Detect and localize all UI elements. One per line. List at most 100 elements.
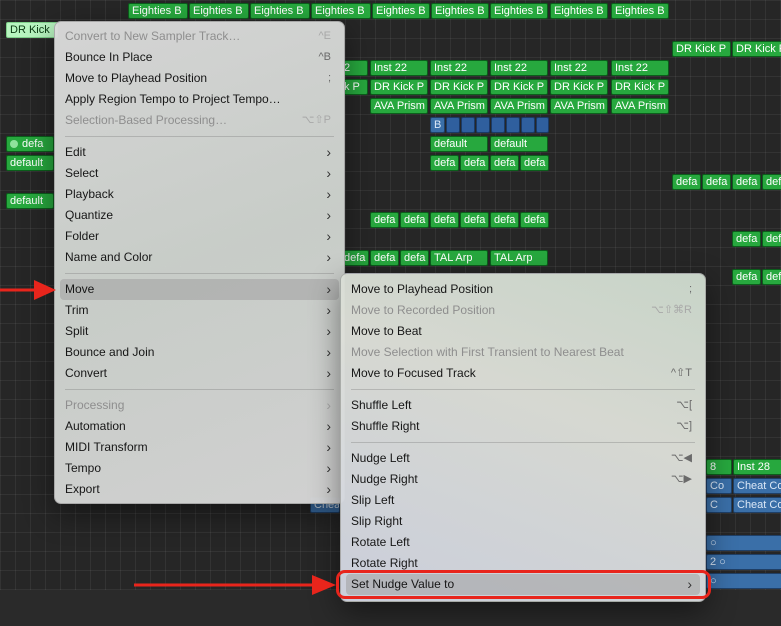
region[interactable]: TAL Arp bbox=[490, 250, 548, 266]
menu-item-select[interactable]: Select › bbox=[60, 163, 339, 184]
region[interactable]: AVA Prism bbox=[370, 98, 428, 114]
menu-item-name-and-color[interactable]: Name and Color › bbox=[60, 247, 339, 268]
region[interactable]: defa bbox=[520, 155, 549, 171]
region[interactable]: defa bbox=[430, 155, 459, 171]
menu-item-move-to-playhead-position[interactable]: Move to Playhead Position; bbox=[60, 68, 339, 89]
region[interactable]: DR Kick P bbox=[430, 79, 488, 95]
region[interactable]: Eighties B bbox=[490, 3, 548, 19]
menu-item-tempo[interactable]: Tempo › bbox=[60, 458, 339, 479]
region[interactable]: Eighties B bbox=[311, 3, 371, 19]
region[interactable]: DR Kick P bbox=[550, 79, 608, 95]
region[interactable]: default bbox=[6, 155, 54, 171]
region[interactable]: Cheat Co bbox=[733, 478, 781, 494]
region[interactable]: defa bbox=[6, 136, 54, 152]
region[interactable]: Inst 22 bbox=[370, 60, 428, 76]
region[interactable]: ○ bbox=[706, 535, 781, 551]
region[interactable]: AVA Prism bbox=[490, 98, 548, 114]
menu-item-trim[interactable]: Trim › bbox=[60, 300, 339, 321]
region[interactable]: defa bbox=[520, 212, 549, 228]
region[interactable]: defa bbox=[490, 212, 519, 228]
region[interactable]: Eighties B bbox=[189, 3, 249, 19]
region[interactable]: defa bbox=[460, 155, 489, 171]
menu-item-split[interactable]: Split › bbox=[60, 321, 339, 342]
region[interactable]: DR Kick P bbox=[490, 79, 548, 95]
menu-item-edit[interactable]: Edit › bbox=[60, 142, 339, 163]
region[interactable]: defa bbox=[370, 212, 399, 228]
menu-item-export[interactable]: Export › bbox=[60, 479, 339, 500]
region[interactable]: Inst 22 bbox=[490, 60, 548, 76]
submenu-item-move-to-focused-track[interactable]: Move to Focused Track ^⇧T bbox=[346, 363, 700, 384]
region[interactable]: defa bbox=[400, 212, 429, 228]
region[interactable]: DR Kick P bbox=[732, 41, 781, 57]
region[interactable]: defa bbox=[430, 212, 459, 228]
region[interactable]: Inst 28 bbox=[733, 459, 781, 475]
menu-item-move[interactable]: Move › bbox=[60, 279, 339, 300]
region[interactable]: Eighties B bbox=[250, 3, 310, 19]
region[interactable]: Eighties B bbox=[128, 3, 188, 19]
menu-item-bounce-and-join[interactable]: Bounce and Join › bbox=[60, 342, 339, 363]
region[interactable]: defa bbox=[732, 231, 761, 247]
menu-item-folder[interactable]: Folder › bbox=[60, 226, 339, 247]
region[interactable] bbox=[521, 117, 535, 133]
menu-item-midi-transform[interactable]: MIDI Transform › bbox=[60, 437, 339, 458]
region[interactable]: defa bbox=[460, 212, 489, 228]
menu-item-convert[interactable]: Convert › bbox=[60, 363, 339, 384]
menu-item-apply-region-tempo-to-project-tempo[interactable]: Apply Region Tempo to Project Tempo… bbox=[60, 89, 339, 110]
menu-item-playback[interactable]: Playback › bbox=[60, 184, 339, 205]
region[interactable]: Eighties B bbox=[431, 3, 489, 19]
region[interactable]: def bbox=[762, 231, 781, 247]
submenu-item-slip-left[interactable]: Slip Left bbox=[346, 490, 700, 511]
region[interactable]: Co bbox=[706, 478, 732, 494]
region[interactable]: Inst 22 bbox=[611, 60, 669, 76]
region[interactable]: defa bbox=[370, 250, 399, 266]
submenu-item-nudge-right[interactable]: Nudge Right ⌥▶ bbox=[346, 469, 700, 490]
region[interactable]: Inst 22 bbox=[430, 60, 488, 76]
menu-item-automation[interactable]: Automation › bbox=[60, 416, 339, 437]
region[interactable]: AVA Prism bbox=[611, 98, 669, 114]
region[interactable] bbox=[536, 117, 549, 133]
region[interactable]: defa bbox=[732, 269, 761, 285]
region[interactable]: C bbox=[706, 497, 732, 513]
region[interactable]: default bbox=[430, 136, 488, 152]
region[interactable] bbox=[506, 117, 520, 133]
region[interactable]: defa bbox=[672, 174, 701, 190]
region[interactable]: defa bbox=[732, 174, 761, 190]
region[interactable]: DR Kick bbox=[6, 22, 58, 38]
region[interactable]: 8 bbox=[706, 459, 732, 475]
submenu-item-nudge-left[interactable]: Nudge Left ⌥◀ bbox=[346, 448, 700, 469]
region[interactable]: default bbox=[490, 136, 548, 152]
region[interactable]: B bbox=[430, 117, 445, 133]
region[interactable]: AVA Prism bbox=[550, 98, 608, 114]
menu-item-bounce-in-place[interactable]: Bounce In Place ^B bbox=[60, 47, 339, 68]
submenu-item-rotate-left[interactable]: Rotate Left bbox=[346, 532, 700, 553]
region[interactable]: TAL Arp bbox=[430, 250, 488, 266]
region[interactable]: 2 ○ bbox=[706, 554, 781, 570]
region[interactable]: Eighties B bbox=[550, 3, 608, 19]
region[interactable]: Eighties B bbox=[372, 3, 430, 19]
region[interactable]: Eighties B bbox=[611, 3, 669, 19]
region[interactable]: DR Kick P bbox=[611, 79, 669, 95]
region[interactable]: defa bbox=[400, 250, 429, 266]
region[interactable]: ○ bbox=[706, 573, 781, 589]
submenu-item-shuffle-right[interactable]: Shuffle Right ⌥] bbox=[346, 416, 700, 437]
region[interactable]: DR Kick P bbox=[370, 79, 428, 95]
region[interactable] bbox=[491, 117, 505, 133]
region[interactable]: def bbox=[762, 269, 781, 285]
region[interactable]: Inst 22 bbox=[550, 60, 608, 76]
submenu-item-move-to-beat[interactable]: Move to Beat bbox=[346, 321, 700, 342]
submenu-item-slip-right[interactable]: Slip Right bbox=[346, 511, 700, 532]
region[interactable]: Cheat Co bbox=[733, 497, 781, 513]
menu-item-label: Move bbox=[65, 282, 95, 296]
region[interactable]: defa bbox=[702, 174, 731, 190]
region[interactable]: DR Kick P bbox=[672, 41, 731, 57]
region[interactable]: AVA Prism bbox=[430, 98, 488, 114]
submenu-item-move-to-playhead-position[interactable]: Move to Playhead Position; bbox=[346, 279, 700, 300]
region[interactable]: default bbox=[6, 193, 54, 209]
region[interactable] bbox=[446, 117, 460, 133]
region[interactable]: def bbox=[762, 174, 781, 190]
region[interactable]: defa bbox=[490, 155, 519, 171]
region[interactable] bbox=[476, 117, 490, 133]
submenu-item-shuffle-left[interactable]: Shuffle Left ⌥[ bbox=[346, 395, 700, 416]
menu-item-quantize[interactable]: Quantize › bbox=[60, 205, 339, 226]
region[interactable] bbox=[461, 117, 475, 133]
